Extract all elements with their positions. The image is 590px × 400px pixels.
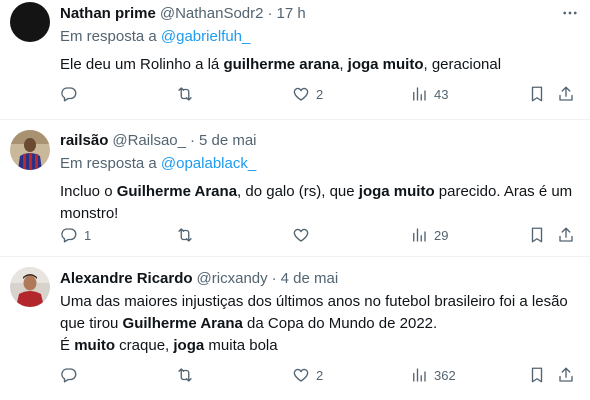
display-name[interactable]: railsão [60,132,108,149]
text-segment: Incluo o [60,183,117,200]
view-count: 362 [434,367,456,383]
reply-prefix: Em resposta a [60,28,161,45]
text-segment: , do galo (rs), que [237,183,359,200]
timestamp[interactable]: 5 de mai [199,132,257,149]
reply-button[interactable] [60,365,84,385]
views-icon [413,87,426,101]
retweet-icon [178,368,192,382]
reply-icon [61,368,77,383]
more-options-button[interactable] [558,4,582,22]
reply-context: Em resposta a @gabrielfuh_ [60,26,582,48]
reply-button[interactable] [60,84,84,104]
share-icon [559,227,573,242]
text-bold: guilherme arana [223,56,340,73]
like-button[interactable]: 2 [292,84,323,104]
text-segment: da Copa do Mundo de 2022. [242,315,438,332]
text-segment: muita bola [204,337,278,354]
text-segment: , geracional [423,56,502,73]
like-icon [293,368,309,382]
bookmark-button[interactable] [528,225,546,245]
tweet-header: Alexandre Ricardo @ricxandy · 4 de mai [60,267,582,289]
retweet-icon [178,228,192,242]
like-icon [293,87,309,101]
tweet-header: railsão @Railsao_ · 5 de mai [60,129,582,151]
tweet[interactable]: Nathan prime @NathanSodr2 · 17 h Em resp… [0,0,590,120]
text-segment: , [339,56,348,73]
retweet-button[interactable] [176,84,200,104]
action-bar: 2 43 [60,84,582,104]
avatar[interactable] [10,267,50,307]
user-handle[interactable]: @NathanSodr2 [160,5,264,22]
text-segment: craque, [115,337,174,354]
avatar-image [10,130,50,170]
tweet-content: Alexandre Ricardo @ricxandy · 4 de mai U… [60,267,582,357]
like-count: 2 [316,86,324,102]
view-count: 43 [434,86,449,102]
user-handle[interactable]: @Railsao_ [112,132,186,149]
share-icon [559,86,573,101]
replies-feed: Nathan prime @NathanSodr2 · 17 h Em resp… [0,0,590,400]
tweet-text: Uma das maiores injustiças dos últimos a… [60,291,582,357]
text-bold: Guilherme Arana [122,315,243,332]
reply-mention-link[interactable]: @gabrielfuh_ [161,28,250,45]
reply-button[interactable]: 1 [60,225,91,245]
text-segment: Ele deu um Rolinho a lá [60,56,224,73]
separator: · [267,4,273,22]
timestamp[interactable]: 4 de mai [281,270,339,287]
views-button[interactable]: 29 [410,225,448,245]
share-button[interactable] [557,365,575,385]
bookmark-icon [531,227,543,243]
views-icon [413,368,426,382]
tweet[interactable]: Alexandre Ricardo @ricxandy · 4 de mai U… [0,257,590,400]
share-icon [559,367,573,382]
avatar[interactable] [10,130,50,170]
bookmark-button[interactable] [528,365,546,385]
like-count: 2 [316,367,324,383]
text-bold: muito [74,337,116,354]
separator: · [271,269,277,287]
tweet-content: railsão @Railsao_ · 5 de mai Em resposta… [60,129,582,225]
text-segment: É [60,337,75,354]
like-button[interactable] [292,225,316,245]
tweet-text: Ele deu um Rolinho a lá guilherme arana,… [60,54,582,76]
retweet-button[interactable] [176,225,200,245]
text-bold: joga muito [347,56,424,73]
share-button[interactable] [557,84,575,104]
like-icon [293,228,309,242]
reply-icon [61,228,77,243]
text-bold: joga muito [358,183,435,200]
reply-prefix: Em resposta a [60,155,161,172]
tweet-content: Nathan prime @NathanSodr2 · 17 h Em resp… [60,2,582,76]
display-name[interactable]: Nathan prime [60,5,156,22]
view-count: 29 [434,227,449,243]
reply-context: Em resposta a @opalablack_ [60,153,582,175]
user-handle[interactable]: @ricxandy [197,270,268,287]
reply-icon [61,87,77,102]
display-name[interactable]: Alexandre Ricardo [60,270,193,287]
bookmark-button[interactable] [528,84,546,104]
tweet[interactable]: railsão @Railsao_ · 5 de mai Em resposta… [0,120,590,257]
avatar-image [10,267,50,307]
separator: · [189,131,195,149]
tweet-text: Incluo o Guilherme Arana, do galo (rs), … [60,181,582,225]
timestamp[interactable]: 17 h [276,5,305,22]
views-button[interactable]: 43 [410,84,448,104]
action-bar: 2 362 [60,365,582,385]
views-button[interactable]: 362 [410,365,456,385]
bookmark-icon [531,367,543,383]
action-bar: 1 29 [60,225,582,245]
text-bold: Guilherme Arana [116,183,238,200]
views-icon [413,228,426,242]
retweet-button[interactable] [176,365,200,385]
text-bold: joga [173,337,205,354]
like-button[interactable]: 2 [292,365,323,385]
avatar[interactable] [10,2,50,42]
more-icon [563,11,577,15]
reply-count: 1 [84,227,92,243]
bookmark-icon [531,86,543,102]
reply-mention-link[interactable]: @opalablack_ [161,155,256,172]
share-button[interactable] [557,225,575,245]
retweet-icon [178,87,192,101]
tweet-header: Nathan prime @NathanSodr2 · 17 h [60,2,582,24]
